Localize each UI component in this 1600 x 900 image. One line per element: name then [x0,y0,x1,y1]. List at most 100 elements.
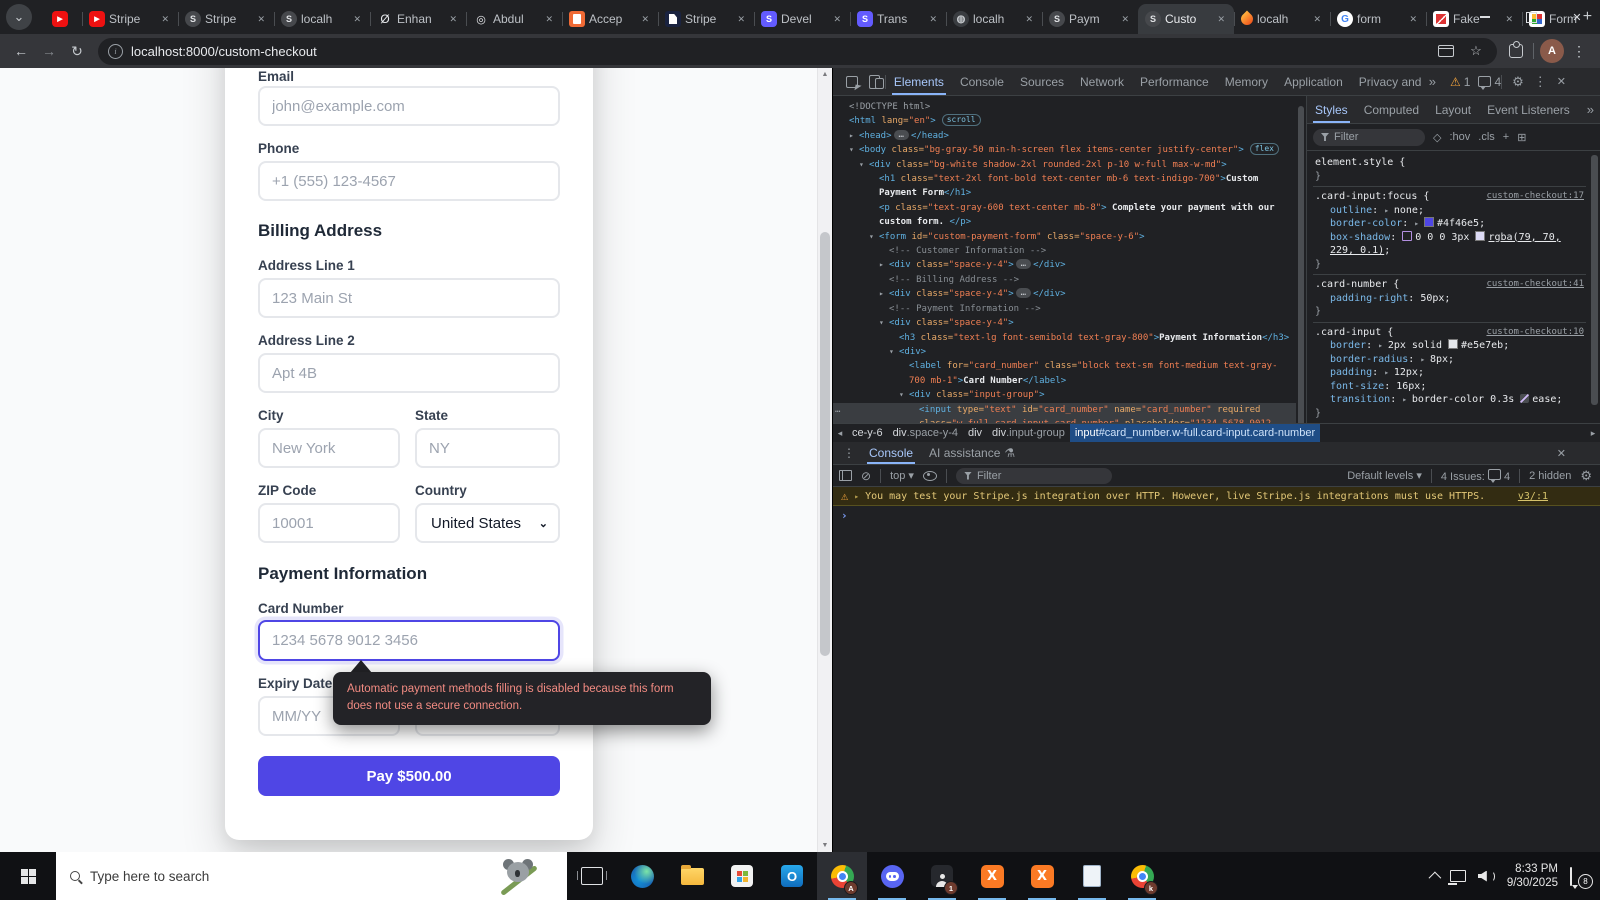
css-property[interactable]: border-color: ▸ #4f46e5; [1315,217,1586,231]
card-number-input[interactable] [258,620,560,661]
tab-close-icon[interactable]: ✕ [255,12,267,27]
browser-tab[interactable]: SStripe✕ [178,4,274,34]
browser-tab[interactable]: Slocalh✕ [274,4,370,34]
dom-tree-node[interactable]: <!-- Payment Information --> [833,302,1296,316]
issues-badge[interactable]: 4 [1478,75,1501,89]
devtools-settings-icon[interactable]: ⚙ [1512,74,1524,90]
state-input[interactable] [415,428,560,468]
tab-close-icon[interactable]: ✕ [639,12,651,27]
drawer-close-icon[interactable]: ✕ [1557,447,1566,460]
dom-tree-node[interactable]: ▾<div class="space-y-4"> [833,316,1296,330]
styles-filter-input[interactable]: Filter [1313,129,1425,146]
city-input[interactable] [258,428,400,468]
dom-tree-node[interactable]: ▸<div class="space-y-4">…</div> [833,287,1296,301]
devtools-close-icon[interactable]: ✕ [1557,75,1566,88]
taskview-taskbar-icon[interactable] [567,852,617,900]
css-property[interactable]: padding-right: 50px; [1315,292,1586,306]
tab-close-icon[interactable]: ✕ [447,12,459,27]
dom-tree-node[interactable]: ▾<div> [833,345,1296,359]
dom-tree-node[interactable]: <html lang="en">scroll [833,114,1296,128]
pseudo-state-button[interactable]: :hov [1449,131,1470,143]
console-empty-area[interactable] [833,525,1600,852]
user-taskbar-icon[interactable]: 1 [917,852,967,900]
more-panels-icon[interactable]: » [1423,74,1442,89]
page-scrollbar-thumb[interactable] [820,232,830,656]
taskbar-search[interactable]: Type here to search [56,852,567,900]
dom-tree-node[interactable]: ▸<div class="space-y-4">…</div> [833,258,1296,272]
dom-tree-node[interactable]: …<input type="text" id="card_number" nam… [833,403,1296,423]
outlook-taskbar-icon[interactable]: O [767,852,817,900]
color-swatch[interactable] [1424,217,1434,227]
devtools-menu-icon[interactable]: ⋮ [1534,74,1547,90]
forward-button[interactable]: → [36,38,62,64]
address1-input[interactable] [258,278,560,318]
longhand-expand-icon[interactable]: ▸ [1414,219,1424,228]
pay-button[interactable]: Pay $500.00 [258,756,560,796]
dom-tree-node[interactable]: ▾<div class="input-group"> [833,388,1296,402]
browser-tab[interactable]: ØEnhan✕ [370,4,466,34]
styles-tab-computed[interactable]: Computed [1356,96,1427,123]
back-button[interactable]: ← [8,38,34,64]
devtools-tab-elements[interactable]: Elements [886,68,952,95]
collapse-arrow-icon[interactable]: ▾ [849,143,854,157]
console-warning-message[interactable]: ⚠ ▸ You may test your Stripe.js integrat… [833,487,1600,506]
reload-button[interactable]: ↻ [64,38,90,64]
browser-tab[interactable]: ◍localh✕ [946,4,1042,34]
tab-close-icon[interactable]: ✕ [831,12,843,27]
devtools-tab-memory[interactable]: Memory [1217,68,1276,95]
xampp-taskbar-icon[interactable]: X [967,852,1017,900]
tab-close-icon[interactable]: ✕ [927,12,939,27]
browser-tab[interactable]: Gform✕ [1330,4,1426,34]
rule-selector[interactable]: element.style { [1315,156,1526,170]
devtools-tab-console[interactable]: Console [952,68,1012,95]
browser-tab[interactable]: SCusto✕ [1138,4,1234,34]
css-property[interactable]: border-radius: ▸ 8px; [1315,353,1586,367]
browser-tab[interactable]: ▶Stripe✕ [82,4,178,34]
css-property[interactable]: box-shadow: 0 0 0 3px rgba(79, 70, 229, … [1315,231,1586,258]
element-state-icon[interactable]: ◇ [1433,131,1441,144]
new-style-rule-button[interactable]: + [1503,131,1509,143]
xampp-taskbar-icon[interactable]: X [1017,852,1067,900]
elements-scrollbar-thumb[interactable] [1298,106,1304,423]
tab-search-button[interactable]: ⌄ [6,4,32,30]
dom-tree-node[interactable]: ▾<div class="bg-white shadow-2xl rounded… [833,158,1296,172]
dom-tree-node[interactable]: ▾<form id="custom-payment-form" class="s… [833,230,1296,244]
discord-taskbar-icon[interactable] [867,852,917,900]
address2-input[interactable] [258,353,560,393]
inspect-element-icon[interactable] [841,72,863,92]
tab-close-icon[interactable]: ✕ [159,12,171,27]
notification-icon[interactable]: 8 [1570,868,1588,884]
expand-arrow-icon[interactable]: ▸ [849,129,854,143]
dom-tree-node[interactable]: ▸<head>…</head> [833,129,1296,143]
console-tab[interactable]: Console [861,442,921,464]
start-button[interactable] [0,852,56,900]
css-property[interactable]: border: ▸ 2px solid #e5e7eb; [1315,339,1586,353]
tab-close-icon[interactable]: ✕ [351,12,363,27]
dom-tree-node[interactable]: <h1 class="text-2xl font-bold text-cente… [833,172,1296,201]
browser-tab[interactable]: localh✕ [1234,4,1330,34]
console-filter-input[interactable]: Filter [956,468,1112,484]
phone-input[interactable] [258,161,560,201]
css-property[interactable]: outline: ▸ none; [1315,204,1586,218]
dom-tree-node[interactable]: <label for="card_number" class="block te… [833,359,1296,388]
dom-tree-node[interactable]: <!-- Billing Address --> [833,273,1296,287]
volume-icon[interactable] [1478,871,1495,882]
error-badge[interactable]: ⚠ 1 [1450,75,1470,89]
issues-count[interactable]: 4 Issues: 4 [1441,469,1510,483]
longhand-expand-icon[interactable]: ▸ [1378,341,1388,350]
longhand-expand-icon[interactable]: ▸ [1402,395,1412,404]
css-property[interactable]: font-size: 16px; [1315,380,1586,394]
style-source-link[interactable]: custom-checkout:41 [1486,278,1584,292]
devtools-tab-application[interactable]: Application [1276,68,1351,95]
css-property[interactable]: transition: ▸ border-color 0.3s ease; [1315,393,1586,407]
style-source-link[interactable]: custom-checkout:17 [1486,190,1584,204]
console-prompt[interactable]: › [833,506,1600,525]
browser-tab[interactable]: SDevel✕ [754,4,850,34]
css-property[interactable]: padding: ▸ 12px; [1315,366,1586,380]
browser-tab[interactable]: Stripe✕ [658,4,754,34]
color-swatch[interactable] [1448,339,1458,349]
edge-taskbar-icon[interactable] [617,852,667,900]
javascript-context-selector[interactable]: top ▾ [890,469,914,482]
tray-chevron-icon[interactable] [1428,871,1441,884]
browser-menu-button[interactable]: ⋮ [1566,38,1592,64]
